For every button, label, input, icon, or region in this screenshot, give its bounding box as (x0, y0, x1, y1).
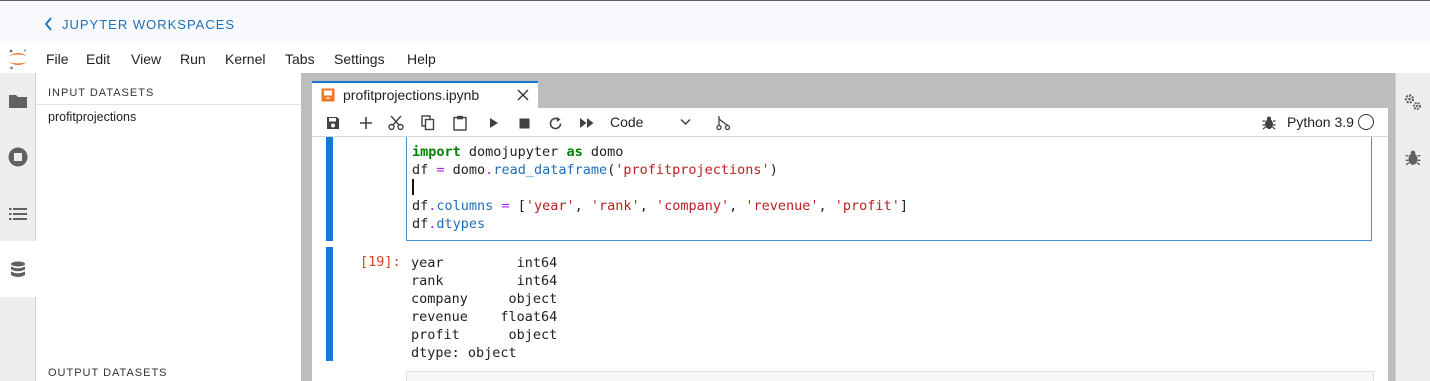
chevron-down-icon (680, 118, 691, 126)
menu-settings[interactable]: Settings (334, 51, 385, 67)
paste-button[interactable] (451, 114, 469, 132)
menu-help[interactable]: Help (407, 51, 436, 67)
notebook-tab[interactable]: profitprojections.ipynb (312, 81, 538, 109)
stop-icon (519, 118, 529, 128)
cell-type-value: Code (610, 114, 644, 130)
menu-run[interactable]: Run (180, 51, 206, 67)
interrupt-button[interactable] (515, 114, 533, 132)
restart-icon (549, 116, 561, 129)
git-icon (716, 116, 731, 131)
list-icon (9, 208, 27, 220)
code-cell-editor[interactable]: import domojupyter as domo df = domo.rea… (406, 137, 1372, 241)
menu-kernel[interactable]: Kernel (225, 51, 265, 67)
input-datasets-title: INPUT DATASETS (48, 87, 155, 99)
cut-button[interactable] (387, 114, 405, 132)
kernel-status-circle-icon (1358, 114, 1374, 130)
restart-button[interactable] (546, 114, 564, 132)
output-line: rank int64 (411, 273, 558, 289)
bug-icon (1262, 116, 1276, 130)
copy-icon (421, 115, 435, 131)
output-line: profit object (411, 327, 558, 343)
stop-icon (8, 147, 28, 167)
debugger-button[interactable] (1260, 114, 1278, 132)
section-divider (36, 104, 301, 105)
code-line: df.dtypes (412, 216, 486, 232)
tab-title: profitprojections.ipynb (343, 87, 480, 103)
datasets-panel: INPUT DATASETS profitprojections OUTPUT … (36, 73, 301, 381)
debugger-tab[interactable] (1402, 147, 1424, 169)
output-line: company object (411, 291, 558, 307)
output-line: revenue float64 (411, 309, 558, 325)
notebook-toolbar: Code Python 3.9 (312, 108, 1388, 137)
close-icon[interactable] (516, 88, 530, 102)
notebook-content: import domojupyter as domo df = domo.rea… (312, 137, 1388, 381)
workspace-bar: JUPYTER WORKSPACES (0, 1, 1430, 43)
jupyter-logo (9, 49, 27, 70)
paste-icon (453, 115, 467, 131)
output-prompt: [19]: (360, 254, 401, 270)
back-link-label: JUPYTER WORKSPACES (62, 16, 236, 32)
bug-icon (1405, 150, 1421, 166)
notebook-icon (321, 88, 335, 102)
database-icon (11, 261, 25, 277)
run-button[interactable] (484, 114, 502, 132)
menu-bar: File Edit View Run Kernel Tabs Settings … (0, 43, 1430, 73)
dataset-item[interactable]: profitprojections (48, 110, 136, 124)
code-line: df = domo.read_dataframe('profitprojecti… (412, 162, 778, 178)
cell-output: year int64 rank int64 company object rev… (411, 254, 557, 362)
run-icon (490, 118, 498, 128)
next-cell[interactable] (406, 371, 1374, 381)
input-collapser[interactable] (326, 137, 333, 241)
code-line: df.columns = ['year', 'rank', 'company',… (412, 198, 908, 214)
right-sidebar-rail (1395, 73, 1430, 381)
file-browser-tab[interactable] (7, 90, 29, 112)
table-of-contents-tab[interactable] (7, 203, 29, 225)
menu-view[interactable]: View (131, 51, 161, 67)
save-icon (327, 117, 339, 129)
main-area: profitprojections.ipynb Code Python 3.9 … (305, 73, 1395, 381)
datasets-tab[interactable] (7, 259, 29, 281)
insert-cell-button[interactable] (357, 114, 375, 132)
output-line: dtype: object (411, 345, 517, 361)
left-sidebar-rail (0, 73, 37, 381)
menu-tabs[interactable]: Tabs (285, 51, 315, 67)
output-line: year int64 (411, 255, 558, 271)
menu-file[interactable]: File (46, 51, 69, 67)
copy-button[interactable] (419, 114, 437, 132)
output-collapser[interactable] (326, 247, 333, 361)
output-datasets-title: OUTPUT DATASETS (48, 367, 168, 379)
fast-forward-icon (580, 118, 594, 128)
gears-icon (1404, 94, 1421, 110)
text-cursor (412, 179, 414, 195)
kernel-name[interactable]: Python 3.9 (1287, 114, 1354, 130)
folder-icon (9, 95, 27, 108)
running-sessions-tab[interactable] (7, 146, 29, 168)
menu-edit[interactable]: Edit (86, 51, 110, 67)
back-to-workspaces-link[interactable]: JUPYTER WORKSPACES (44, 15, 235, 33)
plus-icon (360, 117, 372, 129)
code-line: import domojupyter as domo (412, 144, 624, 160)
git-diff-button[interactable] (714, 114, 732, 132)
cell-type-dropdown[interactable]: Code (610, 113, 694, 133)
restart-run-all-button[interactable] (578, 114, 596, 132)
save-button[interactable] (324, 114, 342, 132)
code-line (412, 179, 414, 197)
chevron-left-icon (44, 17, 52, 31)
scissors-icon (388, 115, 404, 131)
property-inspector-tab[interactable] (1402, 91, 1424, 113)
